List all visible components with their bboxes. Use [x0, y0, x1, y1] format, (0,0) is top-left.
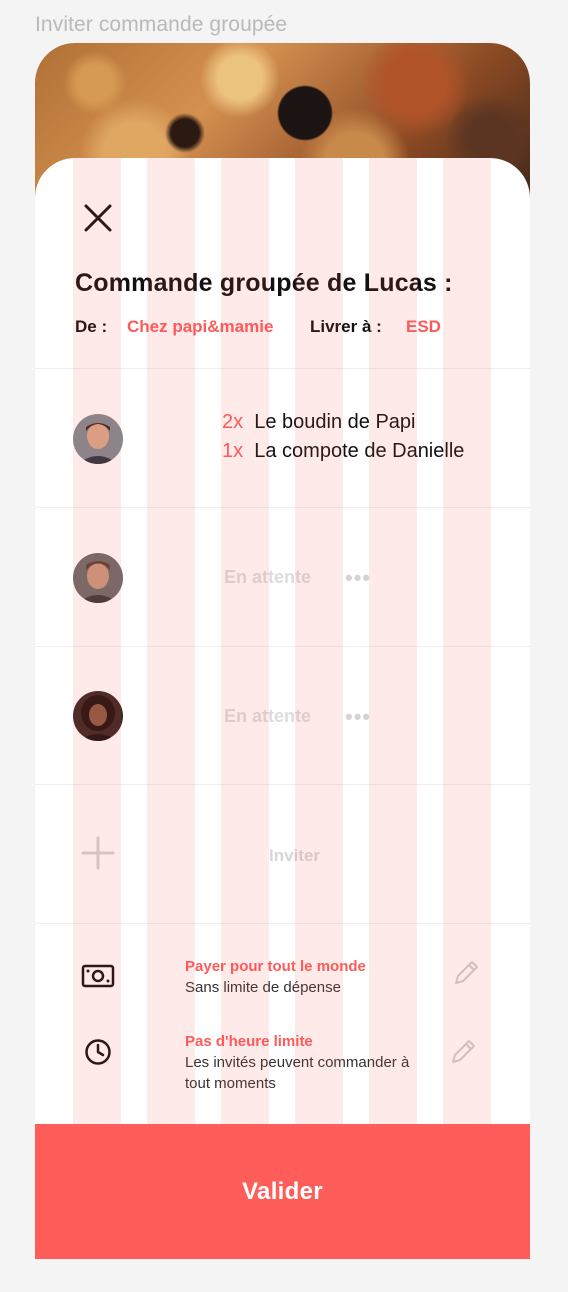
close-icon [84, 204, 112, 232]
pencil-icon[interactable] [451, 958, 481, 988]
more-icon[interactable]: ••• [345, 565, 371, 591]
option-subtitle: Sans limite de dépense [185, 979, 341, 996]
divider [35, 923, 530, 924]
frame-label: Inviter commande groupée [35, 13, 288, 36]
option-subtitle: Les invités peuvent commander à tout mom… [185, 1054, 410, 1092]
divider [35, 646, 530, 647]
divider [35, 507, 530, 508]
avatar-man-1 [73, 414, 123, 464]
sheet-content: Commande groupée de Lucas : De : Chez pa… [35, 43, 530, 1259]
deliver-value[interactable]: ESD [406, 317, 441, 337]
invite-label: Inviter [269, 846, 321, 865]
divider [35, 784, 530, 785]
divider [35, 368, 530, 369]
item-qty: 1x [222, 440, 244, 462]
money-icon [81, 964, 115, 988]
avatar-man-2 [73, 553, 123, 603]
deliver-label: Livrer à : [310, 317, 382, 336]
item-name: Le boudin de Papi [254, 411, 416, 433]
status-text: En attente [224, 706, 312, 726]
close-button[interactable] [81, 201, 115, 235]
option-title: Pas d'heure limite [185, 1033, 313, 1050]
phone-screen: Commande groupée de Lucas : De : Chez pa… [35, 43, 530, 1259]
more-icon[interactable]: ••• [345, 704, 371, 730]
from-label: De : [75, 317, 108, 336]
item-qty: 2x [222, 411, 244, 433]
validate-button[interactable]: Valider [35, 1124, 530, 1259]
pencil-icon[interactable] [448, 1037, 478, 1067]
clock-icon [85, 1039, 111, 1065]
order-line: 1x La compote de Danielle [222, 440, 464, 463]
status-text: En attente [224, 567, 312, 587]
avatar-woman-1 [73, 691, 123, 741]
item-name: La compote de Danielle [254, 440, 465, 462]
page-title: Commande groupée de Lucas : [75, 269, 453, 297]
order-line: 2x Le boudin de Papi [222, 411, 416, 434]
from-value[interactable]: Chez papi&mamie [127, 317, 273, 337]
plus-icon [81, 836, 115, 870]
option-title: Payer pour tout le monde [185, 958, 366, 975]
